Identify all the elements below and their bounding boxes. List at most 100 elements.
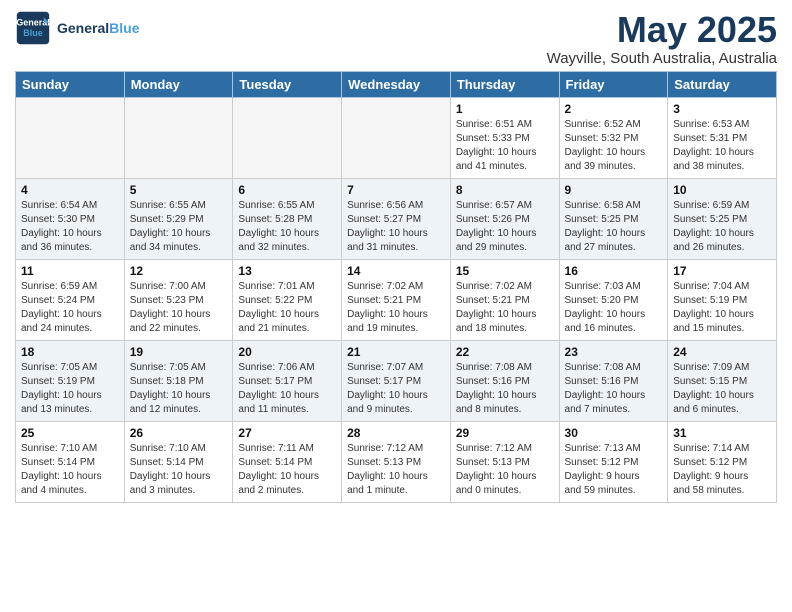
table-row: 4 Sunrise: 6:54 AM Sunset: 5:30 PM Daylig… xyxy=(16,178,125,259)
table-row: 19 Sunrise: 7:05 AM Sunset: 5:18 PM Dayli… xyxy=(124,340,233,421)
day-info: Sunrise: 7:11 AM Sunset: 5:14 PM Dayligh… xyxy=(238,442,336,498)
table-row: 17 Sunrise: 7:04 AM Sunset: 5:19 PM Dayli… xyxy=(668,259,777,340)
day-info: Sunrise: 7:13 AM Sunset: 5:12 PM Dayligh… xyxy=(565,442,663,498)
day-number: 9 xyxy=(565,183,663,197)
table-row: 21 Sunrise: 7:07 AM Sunset: 5:17 PM Dayli… xyxy=(342,340,451,421)
calendar-week-2: 4 Sunrise: 6:54 AM Sunset: 5:30 PM Daylig… xyxy=(16,178,777,259)
day-number: 26 xyxy=(130,426,228,440)
table-row: 9 Sunrise: 6:58 AM Sunset: 5:25 PM Daylig… xyxy=(559,178,668,259)
day-number: 28 xyxy=(347,426,445,440)
day-number: 18 xyxy=(21,345,119,359)
day-info: Sunrise: 7:04 AM Sunset: 5:19 PM Dayligh… xyxy=(673,280,771,336)
calendar-week-1: 1Sunrise: 6:51 AM Sunset: 5:33 PM Daylig… xyxy=(16,97,777,178)
day-number: 21 xyxy=(347,345,445,359)
col-tuesday: Tuesday xyxy=(233,71,342,97)
day-number: 5 xyxy=(130,183,228,197)
table-row: 6 Sunrise: 6:55 AM Sunset: 5:28 PM Daylig… xyxy=(233,178,342,259)
table-row: 27 Sunrise: 7:11 AM Sunset: 5:14 PM Dayli… xyxy=(233,421,342,502)
day-number: 30 xyxy=(565,426,663,440)
col-friday: Friday xyxy=(559,71,668,97)
table-row xyxy=(233,97,342,178)
col-thursday: Thursday xyxy=(450,71,559,97)
table-row xyxy=(16,97,125,178)
day-info: Sunrise: 6:55 AM Sunset: 5:28 PM Dayligh… xyxy=(238,199,336,255)
day-info: Sunrise: 6:56 AM Sunset: 5:27 PM Dayligh… xyxy=(347,199,445,255)
table-row: 3Sunrise: 6:53 AM Sunset: 5:31 PM Daylig… xyxy=(668,97,777,178)
day-info: Sunrise: 7:05 AM Sunset: 5:19 PM Dayligh… xyxy=(21,361,119,417)
table-row: 31Sunrise: 7:14 AM Sunset: 5:12 PM Dayli… xyxy=(668,421,777,502)
calendar-header-row: Sunday Monday Tuesday Wednesday Thursday… xyxy=(16,71,777,97)
day-info: Sunrise: 7:02 AM Sunset: 5:21 PM Dayligh… xyxy=(347,280,445,336)
table-row: 5 Sunrise: 6:55 AM Sunset: 5:29 PM Daylig… xyxy=(124,178,233,259)
day-number: 17 xyxy=(673,264,771,278)
table-row xyxy=(342,97,451,178)
table-row: 12Sunrise: 7:00 AM Sunset: 5:23 PM Dayli… xyxy=(124,259,233,340)
day-info: Sunrise: 7:12 AM Sunset: 5:13 PM Dayligh… xyxy=(347,442,445,498)
day-number: 19 xyxy=(130,345,228,359)
table-row: 8 Sunrise: 6:57 AM Sunset: 5:26 PM Daylig… xyxy=(450,178,559,259)
table-row: 7 Sunrise: 6:56 AM Sunset: 5:27 PM Daylig… xyxy=(342,178,451,259)
day-number: 14 xyxy=(347,264,445,278)
day-info: Sunrise: 7:02 AM Sunset: 5:21 PM Dayligh… xyxy=(456,280,554,336)
table-row: 26 Sunrise: 7:10 AM Sunset: 5:14 PM Dayli… xyxy=(124,421,233,502)
logo-text: GeneralBlue xyxy=(57,20,139,36)
day-info: Sunrise: 7:01 AM Sunset: 5:22 PM Dayligh… xyxy=(238,280,336,336)
col-monday: Monday xyxy=(124,71,233,97)
table-row: 28 Sunrise: 7:12 AM Sunset: 5:13 PM Dayli… xyxy=(342,421,451,502)
table-row: 1Sunrise: 6:51 AM Sunset: 5:33 PM Daylig… xyxy=(450,97,559,178)
day-info: Sunrise: 7:03 AM Sunset: 5:20 PM Dayligh… xyxy=(565,280,663,336)
day-info: Sunrise: 7:05 AM Sunset: 5:18 PM Dayligh… xyxy=(130,361,228,417)
table-row: 22Sunrise: 7:08 AM Sunset: 5:16 PM Dayli… xyxy=(450,340,559,421)
day-number: 23 xyxy=(565,345,663,359)
day-info: Sunrise: 7:10 AM Sunset: 5:14 PM Dayligh… xyxy=(21,442,119,498)
table-row: 30 Sunrise: 7:13 AM Sunset: 5:12 PM Dayli… xyxy=(559,421,668,502)
day-number: 3 xyxy=(673,102,771,116)
col-wednesday: Wednesday xyxy=(342,71,451,97)
table-row: 16 Sunrise: 7:03 AM Sunset: 5:20 PM Dayli… xyxy=(559,259,668,340)
table-row: 13 Sunrise: 7:01 AM Sunset: 5:22 PM Dayli… xyxy=(233,259,342,340)
day-info: Sunrise: 6:57 AM Sunset: 5:26 PM Dayligh… xyxy=(456,199,554,255)
day-number: 22 xyxy=(456,345,554,359)
title-block: May 2025 Wayville, South Australia, Aust… xyxy=(547,10,777,67)
table-row xyxy=(124,97,233,178)
day-number: 2 xyxy=(565,102,663,116)
col-saturday: Saturday xyxy=(668,71,777,97)
subtitle: Wayville, South Australia, Australia xyxy=(547,50,777,67)
table-row: 23Sunrise: 7:08 AM Sunset: 5:16 PM Dayli… xyxy=(559,340,668,421)
calendar-week-3: 11Sunrise: 6:59 AM Sunset: 5:24 PM Dayli… xyxy=(16,259,777,340)
table-row: 29Sunrise: 7:12 AM Sunset: 5:13 PM Dayli… xyxy=(450,421,559,502)
day-number: 11 xyxy=(21,264,119,278)
day-info: Sunrise: 6:54 AM Sunset: 5:30 PM Dayligh… xyxy=(21,199,119,255)
day-info: Sunrise: 6:59 AM Sunset: 5:25 PM Dayligh… xyxy=(673,199,771,255)
table-row: 25 Sunrise: 7:10 AM Sunset: 5:14 PM Dayli… xyxy=(16,421,125,502)
day-number: 25 xyxy=(21,426,119,440)
day-number: 4 xyxy=(21,183,119,197)
day-info: Sunrise: 6:55 AM Sunset: 5:29 PM Dayligh… xyxy=(130,199,228,255)
day-info: Sunrise: 7:10 AM Sunset: 5:14 PM Dayligh… xyxy=(130,442,228,498)
day-number: 7 xyxy=(347,183,445,197)
day-number: 1 xyxy=(456,102,554,116)
day-info: Sunrise: 7:07 AM Sunset: 5:17 PM Dayligh… xyxy=(347,361,445,417)
day-info: Sunrise: 7:09 AM Sunset: 5:15 PM Dayligh… xyxy=(673,361,771,417)
day-info: Sunrise: 6:52 AM Sunset: 5:32 PM Dayligh… xyxy=(565,118,663,174)
calendar-table: Sunday Monday Tuesday Wednesday Thursday… xyxy=(15,71,777,503)
day-number: 24 xyxy=(673,345,771,359)
day-number: 27 xyxy=(238,426,336,440)
table-row: 11Sunrise: 6:59 AM Sunset: 5:24 PM Dayli… xyxy=(16,259,125,340)
logo: General Blue GeneralBlue xyxy=(15,10,139,46)
header: General Blue GeneralBlue May 2025 Wayvil… xyxy=(15,10,777,67)
table-row: 15Sunrise: 7:02 AM Sunset: 5:21 PM Dayli… xyxy=(450,259,559,340)
day-number: 8 xyxy=(456,183,554,197)
day-number: 16 xyxy=(565,264,663,278)
calendar-week-5: 25 Sunrise: 7:10 AM Sunset: 5:14 PM Dayli… xyxy=(16,421,777,502)
day-number: 29 xyxy=(456,426,554,440)
day-number: 6 xyxy=(238,183,336,197)
main-title: May 2025 xyxy=(547,10,777,50)
day-number: 20 xyxy=(238,345,336,359)
table-row: 2 Sunrise: 6:52 AM Sunset: 5:32 PM Daylig… xyxy=(559,97,668,178)
day-number: 13 xyxy=(238,264,336,278)
table-row: 14 Sunrise: 7:02 AM Sunset: 5:21 PM Dayli… xyxy=(342,259,451,340)
table-row: 20Sunrise: 7:06 AM Sunset: 5:17 PM Dayli… xyxy=(233,340,342,421)
day-info: Sunrise: 7:00 AM Sunset: 5:23 PM Dayligh… xyxy=(130,280,228,336)
day-info: Sunrise: 6:58 AM Sunset: 5:25 PM Dayligh… xyxy=(565,199,663,255)
